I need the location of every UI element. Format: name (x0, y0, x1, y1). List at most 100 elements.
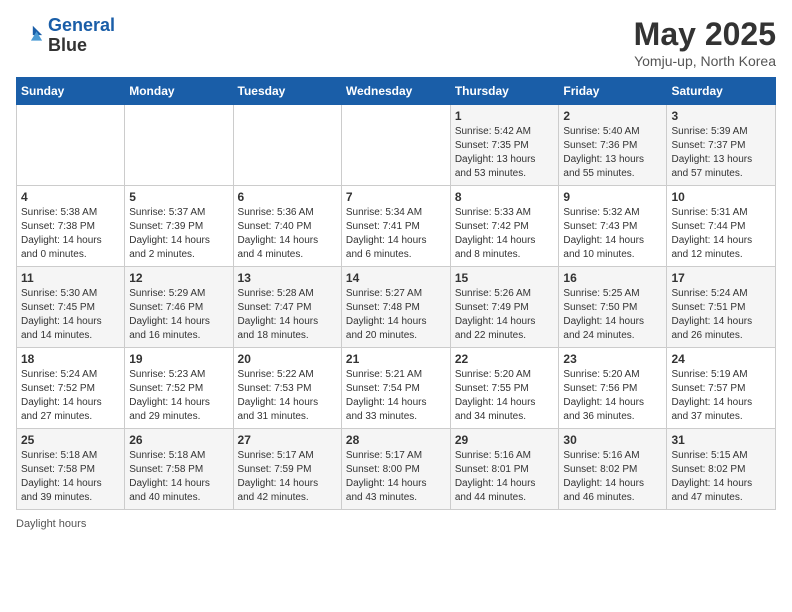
page-header: General Blue May 2025 Yomju-up, North Ko… (16, 16, 776, 69)
week-row-2: 4 Sunrise: 5:38 AM Sunset: 7:38 PM Daylig… (17, 186, 776, 267)
day-cell-6: 6Sunrise: 5:36 AM Sunset: 7:40 PM Daylig… (233, 186, 341, 267)
day-cell-25: 25 Sunrise: 5:18 AM Sunset: 7:58 PM Dayli… (17, 429, 125, 510)
day-info: Sunrise: 5:36 AM Sunset: 7:40 PM Dayligh… (238, 206, 337, 262)
day-info: Sunrise: 5:31 AM Sunset: 7:44 PM Dayligh… (671, 206, 771, 262)
day-number: 30 (563, 433, 662, 447)
day-number: 21 (346, 352, 446, 366)
day-cell-16: 16 Sunrise: 5:25 AM Sunset: 7:50 PM Dayli… (559, 267, 667, 348)
day-number: 29 (455, 433, 555, 447)
day-info: Sunrise: 5:27 AM Sunset: 7:48 PM Dayligh… (346, 287, 446, 343)
title-block: May 2025 Yomju-up, North Korea (634, 16, 776, 69)
footer: Daylight hours (16, 518, 776, 530)
day-number: 3 (671, 109, 771, 123)
day-info: Sunrise: 5:17 AM Sunset: 8:00 PM Dayligh… (346, 449, 446, 505)
day-number: 20 (238, 352, 337, 366)
day-cell-empty-0-2 (233, 105, 341, 186)
day-number: 12 (129, 271, 228, 285)
day-number: 16 (563, 271, 662, 285)
day-info: Sunrise: 5:39 AM Sunset: 7:37 PM Dayligh… (671, 125, 771, 181)
day-cell-14: 14 Sunrise: 5:27 AM Sunset: 7:48 PM Dayli… (341, 267, 450, 348)
day-info: Sunrise: 5:22 AM Sunset: 7:53 PM Dayligh… (238, 368, 337, 424)
day-info: Sunrise: 5:17 AM Sunset: 7:59 PM Dayligh… (238, 449, 337, 505)
day-info: Sunrise: 5:19 AM Sunset: 7:57 PM Dayligh… (671, 368, 771, 424)
day-number: 13 (238, 271, 337, 285)
day-number: 17 (671, 271, 771, 285)
column-header-saturday: Saturday (667, 78, 776, 105)
logo-text: General Blue (48, 16, 115, 56)
day-number: 27 (238, 433, 337, 447)
day-info: Sunrise: 5:20 AM Sunset: 7:55 PM Dayligh… (455, 368, 555, 424)
day-cell-empty-0-1 (125, 105, 233, 186)
day-info: Sunrise: 5:24 AM Sunset: 7:52 PM Dayligh… (21, 368, 120, 424)
day-cell-26: 26Sunrise: 5:18 AM Sunset: 7:58 PM Dayli… (125, 429, 233, 510)
column-header-friday: Friday (559, 78, 667, 105)
day-info: Sunrise: 5:42 AM Sunset: 7:35 PM Dayligh… (455, 125, 555, 181)
day-cell-31: 31 Sunrise: 5:15 AM Sunset: 8:02 PM Dayli… (667, 429, 776, 510)
day-info: Sunrise: 5:25 AM Sunset: 7:50 PM Dayligh… (563, 287, 662, 343)
day-cell-29: 29 Sunrise: 5:16 AM Sunset: 8:01 PM Dayli… (450, 429, 559, 510)
day-headers-row: SundayMondayTuesdayWednesdayThursdayFrid… (17, 78, 776, 105)
calendar-table: SundayMondayTuesdayWednesdayThursdayFrid… (16, 77, 776, 510)
day-info: Sunrise: 5:21 AM Sunset: 7:54 PM Dayligh… (346, 368, 446, 424)
column-header-sunday: Sunday (17, 78, 125, 105)
day-info: Sunrise: 5:33 AM Sunset: 7:42 PM Dayligh… (455, 206, 555, 262)
day-cell-empty-0-0 (17, 105, 125, 186)
day-info: Sunrise: 5:16 AM Sunset: 8:02 PM Dayligh… (563, 449, 662, 505)
day-info: Sunrise: 5:20 AM Sunset: 7:56 PM Dayligh… (563, 368, 662, 424)
day-cell-4: 4 Sunrise: 5:38 AM Sunset: 7:38 PM Daylig… (17, 186, 125, 267)
day-info: Sunrise: 5:38 AM Sunset: 7:38 PM Dayligh… (21, 206, 120, 262)
location-subtitle: Yomju-up, North Korea (634, 53, 776, 69)
footer-text: Daylight hours (16, 518, 86, 530)
day-cell-12: 12 Sunrise: 5:29 AM Sunset: 7:46 PM Dayli… (125, 267, 233, 348)
day-number: 23 (563, 352, 662, 366)
logo-line1: General (48, 15, 115, 35)
day-info: Sunrise: 5:15 AM Sunset: 8:02 PM Dayligh… (671, 449, 771, 505)
day-number: 2 (563, 109, 662, 123)
day-number: 10 (671, 190, 771, 204)
day-cell-27: 27 Sunrise: 5:17 AM Sunset: 7:59 PM Dayli… (233, 429, 341, 510)
week-row-3: 11Sunrise: 5:30 AM Sunset: 7:45 PM Dayli… (17, 267, 776, 348)
day-cell-11: 11Sunrise: 5:30 AM Sunset: 7:45 PM Dayli… (17, 267, 125, 348)
day-info: Sunrise: 5:16 AM Sunset: 8:01 PM Dayligh… (455, 449, 555, 505)
day-info: Sunrise: 5:34 AM Sunset: 7:41 PM Dayligh… (346, 206, 446, 262)
day-cell-empty-0-3 (341, 105, 450, 186)
day-info: Sunrise: 5:29 AM Sunset: 7:46 PM Dayligh… (129, 287, 228, 343)
column-header-wednesday: Wednesday (341, 78, 450, 105)
week-row-4: 18 Sunrise: 5:24 AM Sunset: 7:52 PM Dayli… (17, 348, 776, 429)
day-cell-21: 21 Sunrise: 5:21 AM Sunset: 7:54 PM Dayli… (341, 348, 450, 429)
day-cell-7: 7Sunrise: 5:34 AM Sunset: 7:41 PM Daylig… (341, 186, 450, 267)
day-info: Sunrise: 5:28 AM Sunset: 7:47 PM Dayligh… (238, 287, 337, 343)
day-info: Sunrise: 5:24 AM Sunset: 7:51 PM Dayligh… (671, 287, 771, 343)
day-cell-30: 30 Sunrise: 5:16 AM Sunset: 8:02 PM Dayli… (559, 429, 667, 510)
day-cell-19: 19 Sunrise: 5:23 AM Sunset: 7:52 PM Dayli… (125, 348, 233, 429)
day-number: 24 (671, 352, 771, 366)
day-cell-10: 10 Sunrise: 5:31 AM Sunset: 7:44 PM Dayli… (667, 186, 776, 267)
logo-line2: Blue (48, 36, 115, 56)
day-cell-24: 24 Sunrise: 5:19 AM Sunset: 7:57 PM Dayli… (667, 348, 776, 429)
column-header-monday: Monday (125, 78, 233, 105)
day-number: 14 (346, 271, 446, 285)
day-info: Sunrise: 5:40 AM Sunset: 7:36 PM Dayligh… (563, 125, 662, 181)
day-info: Sunrise: 5:18 AM Sunset: 7:58 PM Dayligh… (129, 449, 228, 505)
day-info: Sunrise: 5:23 AM Sunset: 7:52 PM Dayligh… (129, 368, 228, 424)
day-cell-18: 18 Sunrise: 5:24 AM Sunset: 7:52 PM Dayli… (17, 348, 125, 429)
day-cell-28: 28 Sunrise: 5:17 AM Sunset: 8:00 PM Dayli… (341, 429, 450, 510)
day-cell-23: 23 Sunrise: 5:20 AM Sunset: 7:56 PM Dayli… (559, 348, 667, 429)
day-number: 18 (21, 352, 120, 366)
day-number: 22 (455, 352, 555, 366)
day-info: Sunrise: 5:37 AM Sunset: 7:39 PM Dayligh… (129, 206, 228, 262)
day-number: 28 (346, 433, 446, 447)
day-number: 4 (21, 190, 120, 204)
week-row-1: 1Sunrise: 5:42 AM Sunset: 7:35 PM Daylig… (17, 105, 776, 186)
day-info: Sunrise: 5:18 AM Sunset: 7:58 PM Dayligh… (21, 449, 120, 505)
day-number: 19 (129, 352, 228, 366)
day-number: 8 (455, 190, 555, 204)
day-number: 5 (129, 190, 228, 204)
day-cell-22: 22 Sunrise: 5:20 AM Sunset: 7:55 PM Dayli… (450, 348, 559, 429)
logo: General Blue (16, 16, 115, 56)
day-cell-1: 1Sunrise: 5:42 AM Sunset: 7:35 PM Daylig… (450, 105, 559, 186)
day-number: 15 (455, 271, 555, 285)
day-number: 9 (563, 190, 662, 204)
day-number: 25 (21, 433, 120, 447)
day-number: 31 (671, 433, 771, 447)
